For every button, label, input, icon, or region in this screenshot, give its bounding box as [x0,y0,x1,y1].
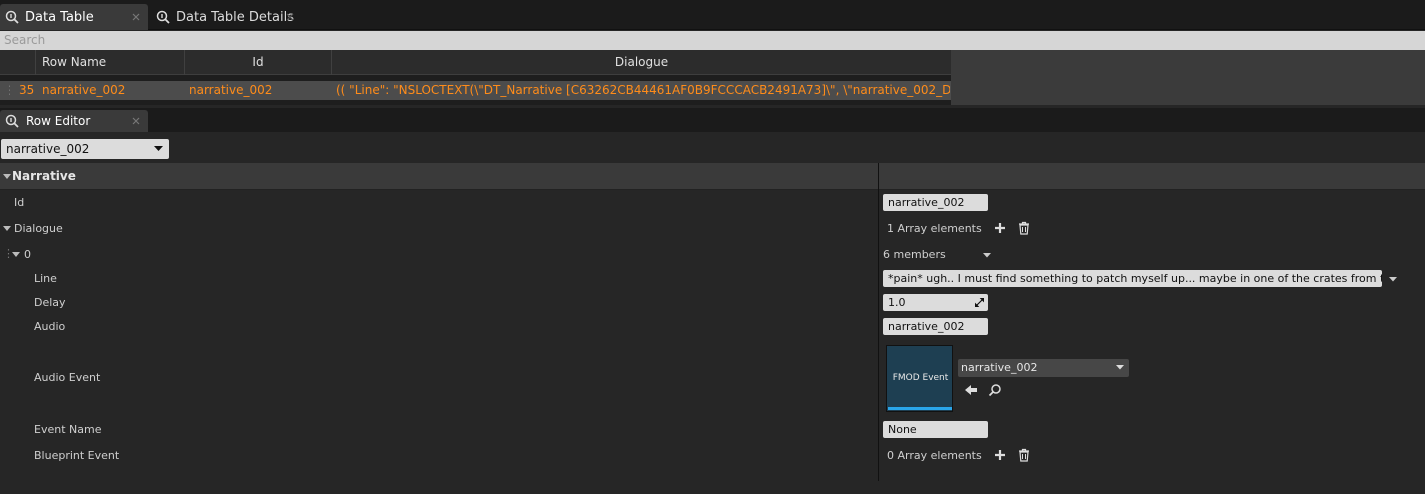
tab-data-table[interactable]: Data Table [0,4,148,30]
row-editor-panel: narrative_002 Narrative Id narrative_002… [0,132,1425,494]
data-table-area: Row Name Id Dialogue ⋮ 35 narrative_002 … [0,50,1425,105]
chevron-down-icon[interactable] [1389,277,1397,282]
tab-row-editor[interactable]: Row Editor [0,110,148,132]
table-header: Row Name Id Dialogue [0,50,951,75]
use-selected-arrow-icon[interactable] [964,383,978,397]
property-label-audio: Audio [34,320,66,333]
dialogue-cell: (( "Line": "NSLOCTEXT(\"DT_Narrative [C6… [336,83,950,97]
tab-data-table-details[interactable]: Data Table Details [151,4,302,30]
row-editor-tab-bar: Row Editor [0,108,1425,132]
audio-event-asset-combo[interactable]: narrative_002 [958,359,1129,377]
resize-arrows-icon[interactable] [975,298,984,307]
chevron-down-icon [1116,365,1124,370]
column-header-index [0,50,36,75]
id-cell: narrative_002 [189,83,273,97]
row-number: 35 [19,83,35,97]
chevron-down-icon [154,146,163,152]
tab-label: Data Table [25,9,94,25]
table-icon [5,114,19,128]
id-field[interactable]: narrative_002 [883,194,988,211]
table-row[interactable]: ⋮ 35 narrative_002 narrative_002 (( "Lin… [0,81,951,100]
data-table: Row Name Id Dialogue ⋮ 35 narrative_002 … [0,50,951,105]
delay-value: 1.0 [888,296,906,309]
drag-handle[interactable]: ⋮ [4,81,10,100]
tab-label: Row Editor [26,114,91,128]
property-label-line: Line [34,272,57,285]
category-header-narrative[interactable]: Narrative [0,163,1425,190]
close-icon[interactable] [132,13,140,21]
row-select-value: narrative_002 [6,142,90,156]
category-title: Narrative [12,169,76,183]
property-label-dialogue: Dialogue [14,222,63,235]
property-label-event-name: Event Name [34,423,102,436]
document-tab-bar: Data Table Data Table Details [0,0,1425,30]
tab-label: Data Table Details [176,9,294,25]
plus-icon[interactable] [993,448,1007,462]
row-select-combo[interactable]: narrative_002 [1,139,169,159]
expand-arrow-icon [3,174,11,179]
expand-arrow-icon[interactable] [3,226,11,231]
plus-icon[interactable] [993,221,1007,235]
search-input[interactable]: Search [0,31,1425,50]
trash-icon[interactable] [1018,448,1032,462]
array-element-label: 0 [24,248,31,261]
close-icon[interactable] [132,117,140,125]
column-header-id[interactable]: Id [185,50,332,75]
property-label-delay: Delay [34,296,66,309]
thumbnail-label: FMOD Event [892,373,949,383]
thumbnail-accent-bar [888,407,952,410]
property-label-id: Id [14,196,25,209]
fmod-event-thumbnail[interactable]: FMOD Event [886,345,953,412]
browse-search-icon[interactable] [988,383,1002,397]
delay-field[interactable]: 1.0 [883,294,988,311]
close-icon[interactable] [286,13,294,21]
audio-event-value: narrative_002 [961,361,1038,374]
column-header-dialogue[interactable]: Dialogue [332,50,951,75]
audio-field[interactable]: narrative_002 [883,318,988,335]
property-label-audio-event: Audio Event [34,371,101,384]
event-name-field[interactable]: None [883,421,988,438]
property-label-blueprint-event: Blueprint Event [34,449,120,462]
dialogue-array-count: 1 Array elements [887,222,982,235]
table-icon [5,10,19,24]
table-icon [156,10,170,24]
chevron-down-icon[interactable] [983,253,991,258]
members-count: 6 members [883,248,946,261]
expand-arrow-icon[interactable] [12,252,20,257]
trash-icon[interactable] [1018,221,1032,235]
column-header-row-name[interactable]: Row Name [36,50,185,75]
blueprint-event-array-count: 0 Array elements [887,449,982,462]
row-name-cell: narrative_002 [42,83,126,97]
column-splitter[interactable] [878,163,879,481]
line-field[interactable]: *pain* ugh.. I must find something to pa… [883,270,1382,287]
